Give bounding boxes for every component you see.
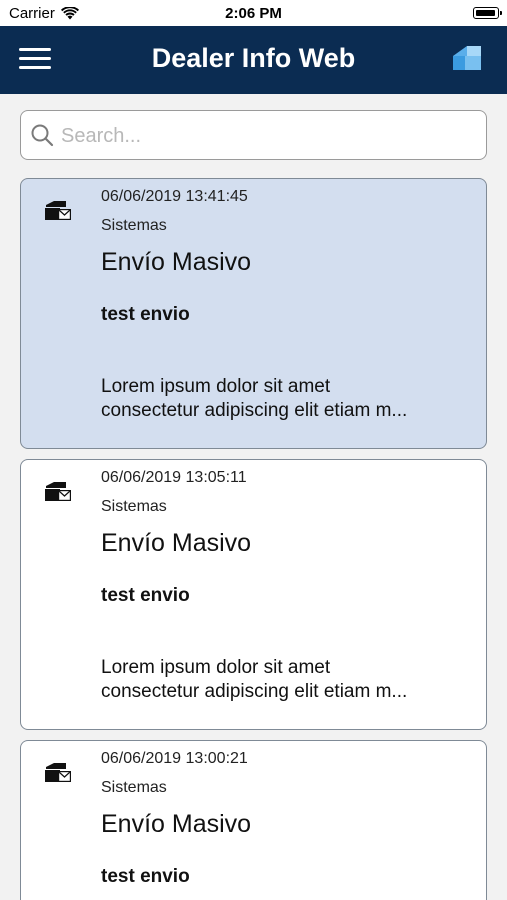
battery-icon xyxy=(473,7,502,19)
message-sender: Sistemas xyxy=(101,498,167,515)
status-time: 2:06 PM xyxy=(225,5,282,22)
message-title: Envío Masivo xyxy=(101,248,252,276)
search-input[interactable] xyxy=(59,119,473,153)
message-preview: Lorem ipsum dolor sit amet consectetur a… xyxy=(101,375,456,423)
message-preview-line: Lorem ipsum dolor sit amet xyxy=(101,376,331,397)
message-sender: Sistemas xyxy=(101,779,167,796)
search-bar xyxy=(20,110,487,160)
message-subject: test envio xyxy=(101,866,190,887)
status-bar: Carrier 2:06 PM xyxy=(0,0,507,26)
search-icon xyxy=(31,124,54,147)
message-preview-line: consectetur adipiscing elit etiam m... xyxy=(101,400,408,421)
message-card[interactable]: 06/06/2019 13:00:21 Sistemas Envío Masiv… xyxy=(20,740,487,900)
dealer-logo-icon[interactable] xyxy=(453,46,481,74)
message-date: 06/06/2019 13:05:11 xyxy=(101,469,247,486)
mail-box-icon xyxy=(45,482,71,501)
message-title: Envío Masivo xyxy=(101,810,252,838)
page-title: Dealer Info Web xyxy=(151,43,356,73)
message-card[interactable]: 06/06/2019 13:05:11 Sistemas Envío Masiv… xyxy=(20,459,487,730)
message-date: 06/06/2019 13:41:45 xyxy=(101,188,248,205)
mail-box-icon xyxy=(45,763,71,782)
message-sender: Sistemas xyxy=(101,217,167,234)
navbar: Dealer Info Web xyxy=(0,26,507,94)
message-preview-line: consectetur adipiscing elit etiam m... xyxy=(101,681,408,702)
message-preview-line: Lorem ipsum dolor sit amet xyxy=(101,657,331,678)
mail-box-icon xyxy=(45,201,71,220)
message-title: Envío Masivo xyxy=(101,529,252,557)
message-subject: test envio xyxy=(101,304,190,325)
message-subject: test envio xyxy=(101,585,190,606)
message-preview: Lorem ipsum dolor sit amet consectetur a… xyxy=(101,656,456,704)
message-card[interactable]: 06/06/2019 13:41:45 Sistemas Envío Masiv… xyxy=(20,178,487,449)
message-date: 06/06/2019 13:00:21 xyxy=(101,750,248,767)
